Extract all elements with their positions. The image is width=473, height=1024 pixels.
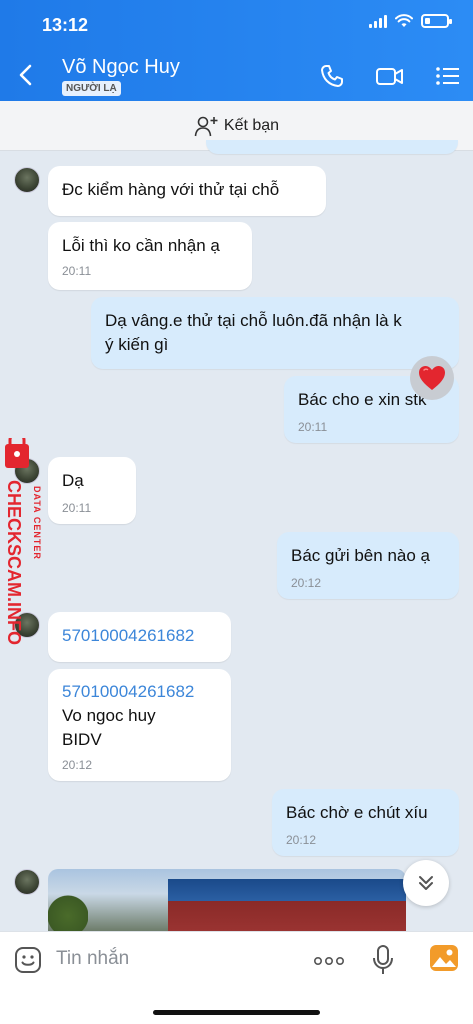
emoji-icon[interactable] [14, 946, 42, 974]
status-time: 13:12 [42, 15, 89, 35]
message-bubble[interactable]: Bác gửi bên nào ạ 20:12 [277, 532, 459, 599]
image-message[interactable] [48, 869, 406, 931]
watermark-brand: CHECKSCAM.INFO [4, 480, 24, 645]
video-call-icon[interactable] [374, 62, 406, 90]
double-chevron-down-icon [419, 876, 433, 890]
message-bubble[interactable]: Lỗi thì ko cần nhận ạ 20:11 [48, 222, 252, 290]
message-bubble[interactable]: Bác chờ e chút xíu 20:12 [272, 789, 459, 856]
message-text: Vo ngoc huy [62, 706, 156, 725]
account-number-link[interactable]: 57010004261682 [62, 680, 217, 704]
wifi-icon [395, 14, 413, 27]
add-friend-label: Kết bạn [223, 116, 280, 134]
watermark-sub: DATA CENTER [32, 486, 42, 560]
message-text: Dạ vâng.e thử tại chỗ luôn.đã nhận là k [105, 311, 402, 330]
phone-icon[interactable] [318, 62, 346, 90]
message-input[interactable]: Tin nhắn [56, 948, 129, 970]
home-indicator [153, 1010, 320, 1015]
message-text: Lỗi thì ko cần nhận ạ [62, 236, 220, 255]
avatar[interactable] [14, 869, 40, 895]
message-time: 20:12 [286, 833, 317, 847]
back-arrow-icon[interactable] [14, 60, 38, 90]
menu-icon[interactable] [434, 62, 462, 90]
checkscam-watermark: CHECKSCAM.INFO DATA CENTER [4, 438, 42, 645]
message-text: ý kiến gì [105, 335, 169, 354]
avatar[interactable] [14, 167, 40, 193]
message-time: 20:12 [62, 758, 93, 772]
image-content [48, 889, 88, 931]
heart-icon [419, 366, 445, 390]
message-bubble[interactable]: Đc kiểm hàng với thử tại chỗ [48, 166, 326, 216]
image-content [168, 879, 406, 931]
account-number-link[interactable]: 57010004261682 [62, 626, 194, 645]
image-gallery-icon[interactable] [429, 944, 459, 972]
stranger-badge: NGƯỜI LẠ [62, 81, 121, 96]
message-text: Bác cho e xin stk [298, 390, 427, 409]
message-text: Bác gửi bên nào ạ [291, 546, 430, 565]
message-text: BIDV [62, 730, 102, 749]
message-text: Đc kiểm hàng với thử tại chỗ [62, 180, 280, 199]
status-icons [369, 14, 452, 28]
battery-icon [421, 14, 452, 28]
message-time: 20:11 [62, 264, 92, 278]
message-time: 20:11 [62, 501, 92, 515]
message-bubble[interactable]: 57010004261682 Vo ngoc huy BIDV 20:12 [48, 669, 231, 781]
message-time: 20:12 [291, 576, 322, 590]
contact-name[interactable]: Võ Ngọc Huy [62, 56, 180, 79]
message-text: Bác chờ e chút xíu [286, 803, 428, 822]
signal-icon [369, 14, 387, 28]
partial-message-bubble [206, 140, 458, 154]
message-time: 20:11 [298, 420, 328, 434]
message-text: Dạ [62, 471, 84, 490]
chat-header: 13:12 Võ Ngọc Huy NGƯỜI LẠ [0, 0, 473, 101]
heart-reaction[interactable] [410, 356, 454, 400]
microphone-icon[interactable] [372, 944, 394, 976]
message-bubble[interactable]: 57010004261682 [48, 612, 231, 662]
scroll-to-bottom-button[interactable] [403, 860, 449, 906]
add-friend-icon [194, 116, 218, 136]
message-bubble[interactable]: Dạ vâng.e thử tại chỗ luôn.đã nhận là k … [91, 297, 459, 369]
more-options-icon[interactable] [313, 956, 345, 966]
